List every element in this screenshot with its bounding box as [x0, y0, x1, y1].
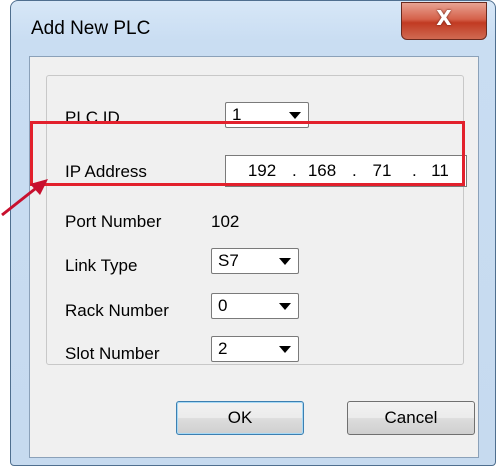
link-type-select[interactable]: S7	[211, 248, 299, 274]
close-icon: X	[436, 6, 452, 30]
port-number-label: Port Number	[65, 212, 162, 231]
cancel-button[interactable]: Cancel	[347, 401, 475, 435]
add-new-plc-dialog: Add New PLC X PLC ID 1 IP Address 192 . …	[10, 0, 496, 466]
annotation-arrow-icon	[1, 179, 48, 217]
port-number-value: 102	[211, 212, 240, 231]
slot-number-select[interactable]: 2	[211, 336, 299, 362]
rack-number-value: 0	[218, 296, 228, 315]
rack-number-select[interactable]: 0	[211, 293, 299, 319]
slot-number-value: 2	[218, 339, 228, 358]
settings-group: PLC ID 1 IP Address 192 . 168 . 71 . 11 …	[46, 75, 467, 365]
ok-button[interactable]: OK	[176, 401, 304, 435]
chevron-down-icon	[279, 346, 291, 353]
link-type-value: S7	[218, 251, 239, 270]
rack-number-label: Rack Number	[65, 301, 169, 320]
chevron-down-icon	[279, 258, 291, 265]
title-bar[interactable]: Add New PLC X	[11, 1, 495, 55]
dialog-body: PLC ID 1 IP Address 192 . 168 . 71 . 11 …	[29, 56, 479, 458]
close-button[interactable]: X	[401, 2, 487, 40]
chevron-down-icon	[289, 112, 301, 119]
dialog-title: Add New PLC	[31, 18, 151, 39]
slot-number-label: Slot Number	[65, 344, 160, 363]
chevron-down-icon	[279, 303, 291, 310]
link-type-label: Link Type	[65, 256, 138, 275]
ip-address-highlight-box	[30, 121, 465, 186]
